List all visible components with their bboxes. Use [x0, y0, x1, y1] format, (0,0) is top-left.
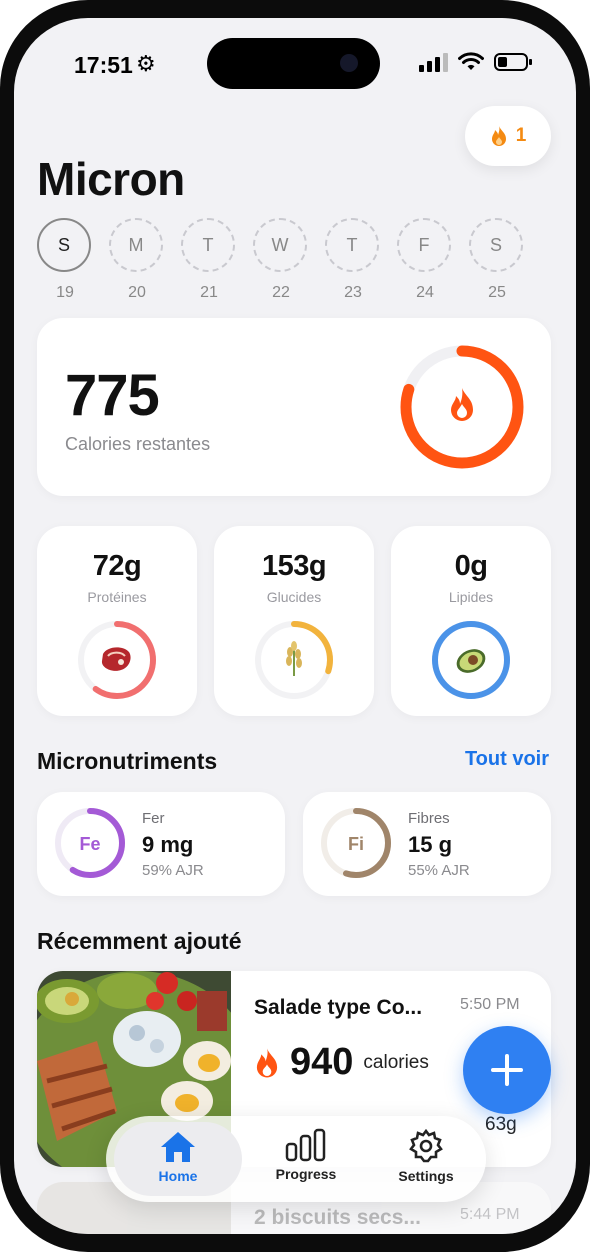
day-saturday-25[interactable]: S 25 [469, 218, 525, 302]
carbs-value: 153g [261, 550, 327, 582]
day-thursday-23[interactable]: T 23 [325, 218, 381, 302]
micronutrient-card-iron[interactable]: Fe Fer 9 mg 59% AJR [37, 792, 285, 896]
plus-icon [491, 1054, 523, 1086]
meal-time: 5:50 PM [460, 996, 520, 1013]
day-monday-20[interactable]: M 20 [109, 218, 165, 302]
tab-settings-label: Settings [398, 1168, 454, 1184]
calories-remaining-value: 775 [65, 363, 160, 428]
fiber-symbol: Fi [348, 834, 364, 854]
battery-icon [494, 53, 532, 71]
signal-icon [419, 52, 448, 72]
iron-percent: 59% AJR [142, 862, 204, 879]
tab-progress-label: Progress [275, 1166, 337, 1182]
streak-badge[interactable]: 1 [465, 106, 551, 166]
meal-calories-unit: calories [363, 1051, 429, 1073]
meal-calories-value: 940 [290, 1041, 354, 1083]
status-time: 17:51 [74, 52, 133, 78]
steak-icon [101, 647, 131, 671]
fiber-amount: 15 g [408, 832, 453, 857]
micronutrient-card-fiber[interactable]: Fi Fibres 15 g 55% AJR [303, 792, 551, 896]
gear-icon [409, 1128, 443, 1163]
micronutrients-title: Micronutriments [37, 748, 218, 774]
macro-card-carbs[interactable]: 153g Glucides [214, 526, 374, 716]
calories-card[interactable]: 775 Calories restantes [37, 318, 551, 496]
flame-icon [451, 388, 473, 421]
day-sunday-19[interactable]: S 19 [37, 218, 93, 302]
fiber-name: Fibres [408, 810, 450, 827]
macro-card-protein[interactable]: 72g Protéines [37, 526, 197, 716]
protein-value: 72g [92, 550, 142, 582]
phone-frame: 17:51 ⚙ 1 Micron S 19 M 20 T 21 W 22 T 2… [0, 0, 590, 1252]
tab-settings[interactable]: Settings [371, 1116, 481, 1202]
dynamic-island [207, 38, 380, 89]
iron-ring: Fe [55, 808, 125, 878]
add-meal-button[interactable] [463, 1026, 551, 1114]
tab-home-label: Home [158, 1168, 198, 1184]
meal-calories: 940 calories [254, 1041, 429, 1084]
fat-label: Lipides [448, 589, 494, 605]
bar-chart-icon [285, 1128, 326, 1162]
protein-label: Protéines [87, 589, 147, 605]
see-all-link[interactable]: Tout voir [465, 748, 549, 771]
macro-card-fat[interactable]: 0g Lipides [391, 526, 551, 716]
app-title: Micron [37, 153, 185, 205]
iron-symbol: Fe [79, 834, 100, 854]
streak-count: 1 [515, 125, 527, 146]
meal-time-2: 5:44 PM [460, 1206, 520, 1223]
flame-icon [491, 126, 506, 146]
tab-progress[interactable]: Progress [251, 1116, 361, 1202]
meal-name: Salade type Co... [254, 996, 423, 1019]
fat-ring [432, 621, 510, 699]
rice-icon [286, 641, 302, 676]
meal-macro-value: 63g [485, 1114, 517, 1135]
iron-name: Fer [142, 810, 165, 827]
meal-name-2: 2 biscuits secs... [254, 1206, 421, 1229]
wifi-icon [458, 52, 484, 70]
avocado-icon [456, 649, 486, 673]
tab-home[interactable]: Home [114, 1122, 242, 1196]
iron-amount: 9 mg [142, 832, 194, 857]
carbs-ring [255, 621, 333, 699]
fiber-ring: Fi [321, 808, 391, 878]
protein-ring [78, 621, 156, 699]
day-tuesday-21[interactable]: T 21 [181, 218, 237, 302]
status-icons [419, 52, 532, 72]
day-friday-24[interactable]: F 24 [397, 218, 453, 302]
calories-remaining-label: Calories restantes [65, 434, 211, 454]
fiber-percent: 55% AJR [408, 862, 470, 879]
tab-bar: Home Progress Settings [106, 1116, 486, 1202]
calories-ring [400, 345, 524, 469]
fat-value: 0g [454, 550, 488, 582]
day-wednesday-22[interactable]: W 22 [253, 218, 309, 302]
carbs-label: Glucides [266, 589, 322, 605]
home-icon [161, 1132, 195, 1162]
gear-status-icon: ⚙ [136, 51, 156, 76]
flame-icon [256, 1048, 278, 1077]
app-screen: 17:51 ⚙ 1 Micron S 19 M 20 T 21 W 22 T 2… [14, 18, 576, 1234]
recent-title: Récemment ajouté [37, 928, 242, 954]
